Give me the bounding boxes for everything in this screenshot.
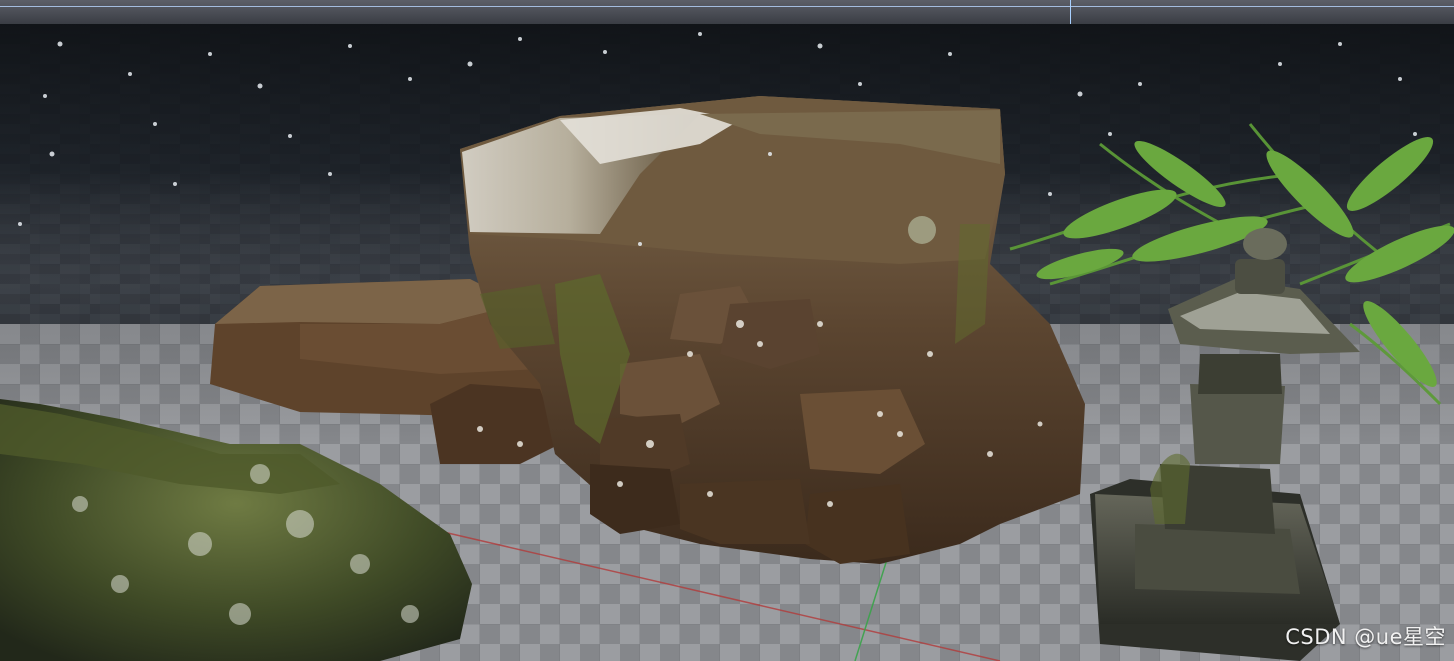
- editor-viewport[interactable]: CSDN @ue星空: [0, 0, 1454, 661]
- scene-canvas[interactable]: CSDN @ue星空: [0, 24, 1454, 661]
- gizmo-line: [0, 6, 1454, 7]
- gizmo-tick: [1070, 0, 1071, 24]
- watermark-text: CSDN @ue星空: [1285, 625, 1446, 649]
- scene-render: [0, 24, 1454, 661]
- viewport-toolbar: [0, 0, 1454, 25]
